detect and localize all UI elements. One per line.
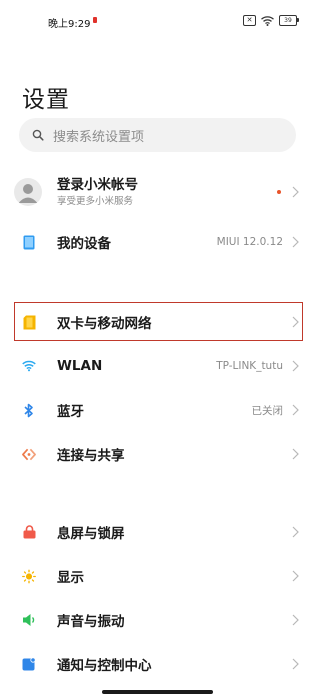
search-input[interactable]: 搜索系统设置项 xyxy=(19,118,296,152)
chevron-right-icon xyxy=(292,448,299,460)
display-item-label: 通知与控制中心 xyxy=(57,658,152,674)
chevron-right-icon xyxy=(292,614,299,626)
share-icon xyxy=(22,447,36,461)
chevron-right-icon xyxy=(292,236,299,248)
wifi-icon xyxy=(22,359,36,373)
notification-dot-icon xyxy=(277,190,281,194)
network-item-label: 连接与共享 xyxy=(57,448,125,464)
my-device-label: 我的设备 xyxy=(57,236,111,252)
notification-icon xyxy=(22,657,36,671)
wifi-status-icon xyxy=(261,11,274,30)
chevron-right-icon xyxy=(292,360,299,372)
home-indicator[interactable] xyxy=(102,690,213,694)
network-item-value: TP-LINK_tutu xyxy=(216,360,283,372)
lock-icon xyxy=(22,525,36,539)
search-placeholder: 搜索系统设置项 xyxy=(53,129,145,145)
page-title: 设置 xyxy=(22,87,70,113)
x-box-icon: ✕ xyxy=(243,14,256,26)
network-item-share[interactable]: 连接与共享 xyxy=(0,432,315,476)
highlight-box xyxy=(14,302,303,341)
display-item-lock[interactable]: 息屏与锁屏 xyxy=(0,510,315,554)
network-item-label: 蓝牙 xyxy=(57,404,84,420)
status-time: 晚上9:29 xyxy=(48,19,91,30)
my-device-row[interactable]: 我的设备 MIUI 12.0.12 xyxy=(0,220,315,264)
bluetooth-icon xyxy=(22,403,36,417)
account-label: 登录小米帐号 xyxy=(57,177,138,193)
account-sublabel: 享受更多小米服务 xyxy=(57,196,134,207)
recording-indicator-icon xyxy=(93,17,97,23)
account-row[interactable]: 登录小米帐号 享受更多小米服务 xyxy=(0,170,315,214)
search-icon xyxy=(32,129,44,141)
my-device-value: MIUI 12.0.12 xyxy=(216,236,283,248)
network-item-bluetooth[interactable]: 蓝牙 已关闭 xyxy=(0,388,315,432)
status-bar: 晚上9:29 ✕ 39 xyxy=(0,0,315,40)
network-item-value: 已关闭 xyxy=(251,404,284,417)
display-item-sound[interactable]: 声音与振动 xyxy=(0,598,315,642)
display-item-notification[interactable]: 通知与控制中心 xyxy=(0,642,315,686)
network-item-wlan[interactable]: WLAN TP-LINK_tutu xyxy=(0,344,315,388)
chevron-right-icon xyxy=(292,526,299,538)
chevron-right-icon xyxy=(292,658,299,670)
battery-icon: 39 xyxy=(279,14,299,26)
device-icon xyxy=(22,235,36,249)
speaker-icon xyxy=(22,613,36,627)
chevron-right-icon xyxy=(292,570,299,582)
status-icons: ✕ 39 xyxy=(243,11,299,30)
sun-icon xyxy=(22,569,36,583)
network-item-label: WLAN xyxy=(57,358,103,374)
display-item-label: 声音与振动 xyxy=(57,614,125,630)
display-item-label: 息屏与锁屏 xyxy=(57,526,125,542)
display-item-display[interactable]: 显示 xyxy=(0,554,315,598)
chevron-right-icon xyxy=(292,186,299,198)
display-item-label: 显示 xyxy=(57,570,84,586)
avatar xyxy=(14,178,42,206)
chevron-right-icon xyxy=(292,404,299,416)
